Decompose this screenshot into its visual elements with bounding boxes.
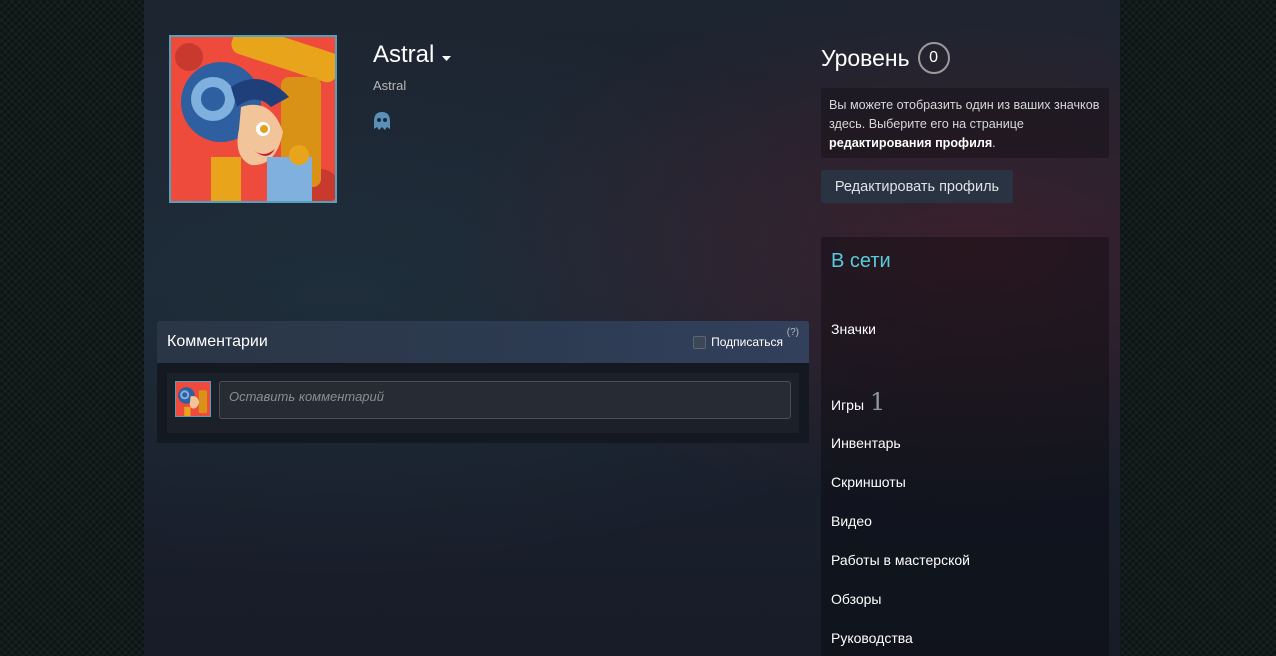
inventory-link[interactable]: Инвентарь	[831, 435, 901, 451]
comment-input[interactable]: Оставить комментарий	[219, 381, 791, 419]
real-name: Astral	[373, 78, 407, 93]
ghost-icon	[373, 111, 391, 136]
edit-profile-button[interactable]: Редактировать профиль	[821, 170, 1013, 203]
right-panel: В сети Значки Игры 1 Инвентарь Скриншоты…	[821, 237, 1109, 656]
profile-page: Astral Astral Уровень 0 Вы можете отобра…	[144, 0, 1120, 656]
subscribe-checkbox[interactable]: Подписаться	[693, 335, 783, 349]
checkbox-icon	[693, 335, 707, 349]
badge-hint-text: Вы можете отобразить один из ваших значк…	[829, 98, 1100, 131]
games-link[interactable]: Игры 1	[831, 388, 885, 416]
games-count: 1	[870, 388, 886, 416]
persona-name-dropdown[interactable]: Astral	[373, 41, 452, 69]
edit-profile-link[interactable]: редактирования профиля	[829, 136, 992, 150]
guides-link[interactable]: Руководства	[831, 630, 913, 646]
help-link[interactable]: (?)	[787, 327, 799, 338]
comments-title: Комментарии	[167, 333, 268, 350]
chevron-down-icon	[442, 55, 452, 61]
badges-link[interactable]: Значки	[831, 321, 876, 337]
comments-body: Оставить комментарий	[157, 363, 809, 443]
comments-section: Комментарии Подписаться (?) Оставить ком…	[157, 321, 809, 443]
subscribe-label: Подписаться	[711, 335, 783, 349]
level-block: Уровень 0	[821, 42, 950, 74]
workshop-link[interactable]: Работы в мастерской	[831, 552, 970, 568]
persona-name: Astral	[373, 41, 435, 68]
online-status: В сети	[831, 250, 891, 272]
comment-entry: Оставить комментарий	[167, 373, 799, 433]
games-label: Игры	[831, 397, 865, 413]
screenshots-link[interactable]: Скриншоты	[831, 474, 906, 490]
profile-avatar[interactable]	[169, 35, 337, 203]
reviews-link[interactable]: Обзоры	[831, 591, 882, 607]
badge-hint-end: .	[992, 136, 996, 150]
badge-hint: Вы можете отобразить один из ваших значк…	[821, 88, 1109, 158]
videos-link[interactable]: Видео	[831, 513, 872, 529]
comments-header: Комментарии Подписаться (?)	[157, 321, 809, 363]
avatar-art	[171, 37, 335, 201]
level-badge: 0	[917, 42, 950, 74]
avatar	[175, 381, 211, 417]
avatar-art-small	[176, 382, 210, 416]
level-label: Уровень	[821, 44, 910, 71]
